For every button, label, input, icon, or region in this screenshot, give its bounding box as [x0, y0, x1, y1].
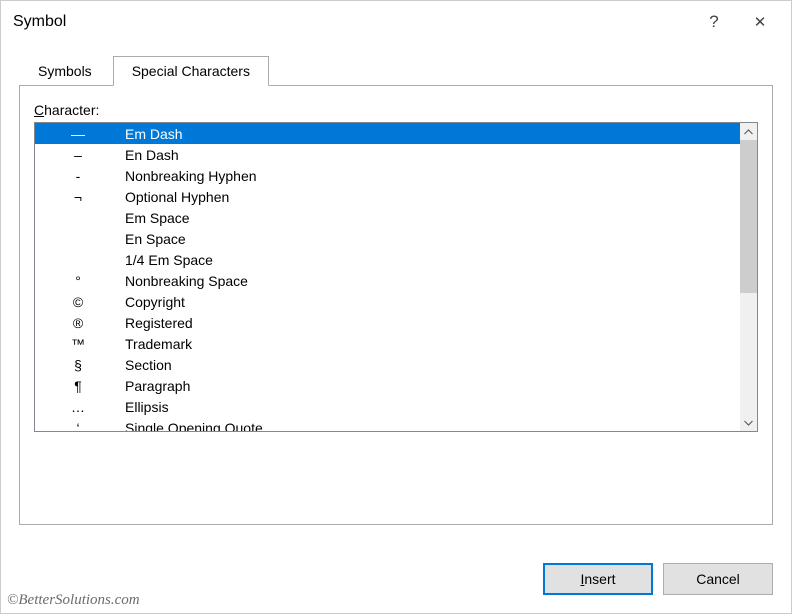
tab-strip: Symbols Special Characters — [19, 56, 773, 86]
list-item-name: Registered — [113, 315, 193, 331]
list-item[interactable]: ¶Paragraph — [35, 375, 740, 396]
list-rows: —Em Dash–En Dash-Nonbreaking Hyphen¬Opti… — [35, 123, 740, 431]
list-item-name: Em Space — [113, 210, 190, 226]
list-item[interactable]: ®Registered — [35, 312, 740, 333]
list-item[interactable]: …Ellipsis — [35, 396, 740, 417]
tab-panel: Character: —Em Dash–En Dash-Nonbreaking … — [19, 85, 773, 525]
list-item-symbol: ° — [43, 273, 113, 289]
dialog-content: Symbols Special Characters Character: —E… — [1, 43, 791, 525]
list-item[interactable]: §Section — [35, 354, 740, 375]
list-item-name: Ellipsis — [113, 399, 169, 415]
list-item[interactable]: -Nonbreaking Hyphen — [35, 165, 740, 186]
list-item[interactable]: ™Trademark — [35, 333, 740, 354]
list-item-name: Trademark — [113, 336, 192, 352]
list-item[interactable]: En Space — [35, 228, 740, 249]
list-item-name: 1/4 Em Space — [113, 252, 213, 268]
scrollbar[interactable] — [740, 123, 757, 431]
list-item-symbol: — — [43, 126, 113, 142]
list-item-symbol: ¬ — [43, 189, 113, 205]
list-item[interactable]: ©Copyright — [35, 291, 740, 312]
list-item-symbol: § — [43, 357, 113, 373]
list-item-symbol: ¶ — [43, 378, 113, 394]
scroll-up-button[interactable] — [740, 123, 757, 140]
scroll-track[interactable] — [740, 140, 757, 414]
list-item[interactable]: ¬Optional Hyphen — [35, 186, 740, 207]
list-item-name: Copyright — [113, 294, 185, 310]
list-item-symbol: … — [43, 399, 113, 415]
window-title: Symbol — [9, 13, 691, 31]
list-item-name: Optional Hyphen — [113, 189, 229, 205]
list-item-name: En Space — [113, 231, 186, 247]
list-item-symbol: - — [43, 168, 113, 184]
scroll-down-button[interactable] — [740, 414, 757, 431]
list-item[interactable]: 1/4 Em Space — [35, 249, 740, 270]
tab-symbols[interactable]: Symbols — [19, 56, 111, 86]
list-item-name: Nonbreaking Space — [113, 273, 248, 289]
list-item-symbol: ™ — [43, 336, 113, 352]
titlebar: Symbol ? ✕ — [1, 1, 791, 43]
list-item-symbol: ‘ — [43, 420, 113, 432]
list-item-name: Nonbreaking Hyphen — [113, 168, 257, 184]
list-item[interactable]: Em Space — [35, 207, 740, 228]
list-item-name: En Dash — [113, 147, 179, 163]
list-item[interactable]: –En Dash — [35, 144, 740, 165]
scroll-thumb[interactable] — [740, 140, 757, 293]
list-item-name: Section — [113, 357, 172, 373]
character-listbox[interactable]: —Em Dash–En Dash-Nonbreaking Hyphen¬Opti… — [34, 122, 758, 432]
list-item-name: Em Dash — [113, 126, 183, 142]
list-item-symbol: – — [43, 147, 113, 163]
tab-special-characters[interactable]: Special Characters — [113, 56, 269, 86]
list-item-name: Single Opening Quote — [113, 420, 263, 432]
help-button[interactable]: ? — [691, 2, 737, 42]
cancel-button[interactable]: Cancel — [663, 563, 773, 595]
close-button[interactable]: ✕ — [737, 2, 783, 42]
insert-button[interactable]: Insert — [543, 563, 653, 595]
list-item-symbol: ® — [43, 315, 113, 331]
button-row: Insert Cancel — [543, 563, 773, 595]
character-label: Character: — [34, 102, 758, 118]
list-item-symbol: © — [43, 294, 113, 310]
watermark: ©BetterSolutions.com — [7, 592, 140, 609]
list-item-name: Paragraph — [113, 378, 190, 394]
list-item[interactable]: —Em Dash — [35, 123, 740, 144]
list-item[interactable]: ‘Single Opening Quote — [35, 417, 740, 431]
list-item[interactable]: °Nonbreaking Space — [35, 270, 740, 291]
